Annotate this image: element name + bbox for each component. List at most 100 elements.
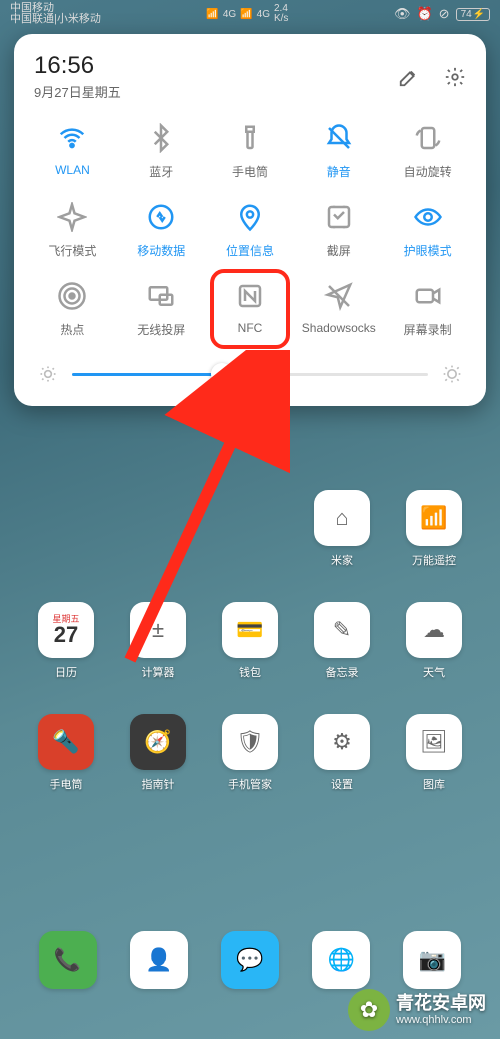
app-icon: ± — [130, 602, 186, 658]
signal-icon: 📶 — [206, 9, 218, 20]
app-label: 米家 — [331, 552, 353, 568]
panel-datetime[interactable]: 16:56 9月27日星期五 — [34, 52, 121, 101]
tile-label: 屏幕录制 — [404, 321, 452, 338]
app-钱包[interactable]: 💳钱包 — [206, 602, 294, 706]
watermark-url: www.qhhlv.com — [396, 1014, 486, 1027]
app-米家[interactable]: ⌂米家 — [298, 490, 386, 594]
app-手机管家[interactable]: 🛡手机管家 — [206, 714, 294, 818]
dock-app-2[interactable]: 💬 — [204, 931, 295, 989]
dock-app-3[interactable]: 🌐 — [296, 931, 387, 989]
tile-label: Shadowsocks — [302, 321, 376, 335]
tile-shadowsocks[interactable]: Shadowsocks — [294, 281, 383, 338]
eyecare-icon — [413, 202, 443, 232]
tile-location[interactable]: 位置信息 — [206, 202, 295, 259]
app-empty — [206, 490, 294, 594]
tile-airplane[interactable]: 飞行模式 — [28, 202, 117, 259]
app-icon: ✎ — [314, 602, 370, 658]
app-icon: ⚙ — [314, 714, 370, 770]
tile-nfc[interactable]: NFC — [206, 281, 295, 338]
dnd-icon: ⊘ — [439, 6, 450, 22]
battery-level: 74 ⚡ — [456, 8, 490, 21]
app-指南针[interactable]: 🧭指南针 — [114, 714, 202, 818]
app-label: 天气 — [423, 664, 445, 680]
status-network: 📶 4G 📶 4G 2.4 K/s — [206, 4, 288, 24]
app-图库[interactable]: 🖼 图库 — [390, 714, 478, 818]
app-label: 图库 — [423, 776, 445, 792]
status-right: 👁 ⏰ ⊘ 74 ⚡ — [394, 6, 490, 22]
tile-label: 截屏 — [327, 242, 351, 259]
quick-tiles-grid: WLAN 蓝牙 手电筒静音自动旋转飞行模式移动数据位置信息 截屏 护眼模式热点 无线投屏 N… — [28, 123, 472, 338]
brightness-row — [28, 364, 472, 384]
tile-record[interactable]: 屏幕录制 — [383, 281, 472, 338]
dock-app-1[interactable]: 👤 — [113, 931, 204, 989]
tile-flashlight[interactable]: 手电筒 — [206, 123, 295, 180]
app-万能遥控[interactable]: 📶万能遥控 — [390, 490, 478, 594]
status-carriers: 中国移动 中国联通|小米移动 — [10, 3, 101, 25]
alarm-icon: ⏰ — [416, 6, 432, 22]
brightness-knob[interactable] — [211, 363, 233, 385]
tile-data[interactable]: 移动数据 — [117, 202, 206, 259]
panel-header: 16:56 9月27日星期五 — [28, 52, 472, 113]
settings-gear-icon[interactable] — [444, 66, 466, 88]
hotspot-icon — [57, 281, 87, 311]
tile-hotspot[interactable]: 热点 — [28, 281, 117, 338]
tile-eyecare[interactable]: 护眼模式 — [383, 202, 472, 259]
nfc-icon — [235, 281, 265, 311]
shadowsocks-icon — [324, 281, 354, 311]
tile-autorotate[interactable]: 自动旋转 — [383, 123, 472, 180]
app-手电筒[interactable]: 🔦 手电筒 — [22, 714, 110, 818]
tile-label: 自动旋转 — [404, 163, 452, 180]
dock-app-icon: 📞 — [39, 931, 97, 989]
tile-label: 热点 — [60, 321, 84, 338]
app-label: 计算器 — [142, 664, 175, 680]
app-label: 备忘录 — [326, 664, 359, 680]
brightness-low-icon — [38, 364, 58, 384]
net-type-2: 4G — [257, 9, 270, 20]
app-icon: 🔦 — [38, 714, 94, 770]
autorotate-icon — [413, 123, 443, 153]
app-label: 手电筒 — [50, 776, 83, 792]
watermark-title: 青花安卓网 — [396, 993, 486, 1015]
record-icon — [413, 281, 443, 311]
app-设置[interactable]: ⚙设置 — [298, 714, 386, 818]
tile-label: 蓝牙 — [149, 163, 173, 180]
app-icon: 星期五27 — [38, 602, 94, 658]
dock-app-icon: 📷 — [403, 931, 461, 989]
brightness-high-icon — [442, 364, 462, 384]
tile-label: 位置信息 — [226, 242, 274, 259]
brightness-fill — [72, 373, 222, 376]
app-empty — [114, 490, 202, 594]
dock: 📞 👤 💬 🌐 📷 — [0, 931, 500, 989]
app-label: 日历 — [55, 664, 77, 680]
dock-app-icon: 👤 — [130, 931, 188, 989]
carrier-2: 中国联通|小米移动 — [10, 14, 101, 25]
eye-icon: 👁 — [394, 6, 411, 22]
tile-cast[interactable]: 无线投屏 — [117, 281, 206, 338]
net-type-1: 4G — [223, 9, 236, 20]
watermark: ✿ 青花安卓网 www.qhhlv.com — [348, 989, 486, 1031]
tile-label: 护眼模式 — [404, 242, 452, 259]
net-speed: 2.4 K/s — [274, 4, 288, 24]
app-label: 手机管家 — [228, 776, 272, 792]
app-label: 钱包 — [239, 664, 261, 680]
flashlight-icon — [235, 123, 265, 153]
tile-label: 无线投屏 — [137, 321, 185, 338]
dock-app-icon: 💬 — [221, 931, 279, 989]
app-icon: 🖼 — [406, 714, 462, 770]
tile-screenshot[interactable]: 截屏 — [294, 202, 383, 259]
tile-bluetooth[interactable]: 蓝牙 — [117, 123, 206, 180]
dock-app-0[interactable]: 📞 — [22, 931, 113, 989]
panel-clock: 16:56 — [34, 52, 121, 80]
app-计算器[interactable]: ± 计算器 — [114, 602, 202, 706]
tile-mute[interactable]: 静音 — [294, 123, 383, 180]
edit-icon[interactable] — [398, 66, 420, 88]
app-天气[interactable]: ☁天气 — [390, 602, 478, 706]
app-备忘录[interactable]: ✎ 备忘录 — [298, 602, 386, 706]
tile-label: NFC — [238, 321, 263, 335]
app-label: 指南针 — [142, 776, 175, 792]
dock-app-4[interactable]: 📷 — [387, 931, 478, 989]
app-日历[interactable]: 星期五27 日历 — [22, 602, 110, 706]
location-icon — [235, 202, 265, 232]
brightness-slider[interactable] — [72, 373, 428, 376]
tile-wlan[interactable]: WLAN — [28, 123, 117, 180]
